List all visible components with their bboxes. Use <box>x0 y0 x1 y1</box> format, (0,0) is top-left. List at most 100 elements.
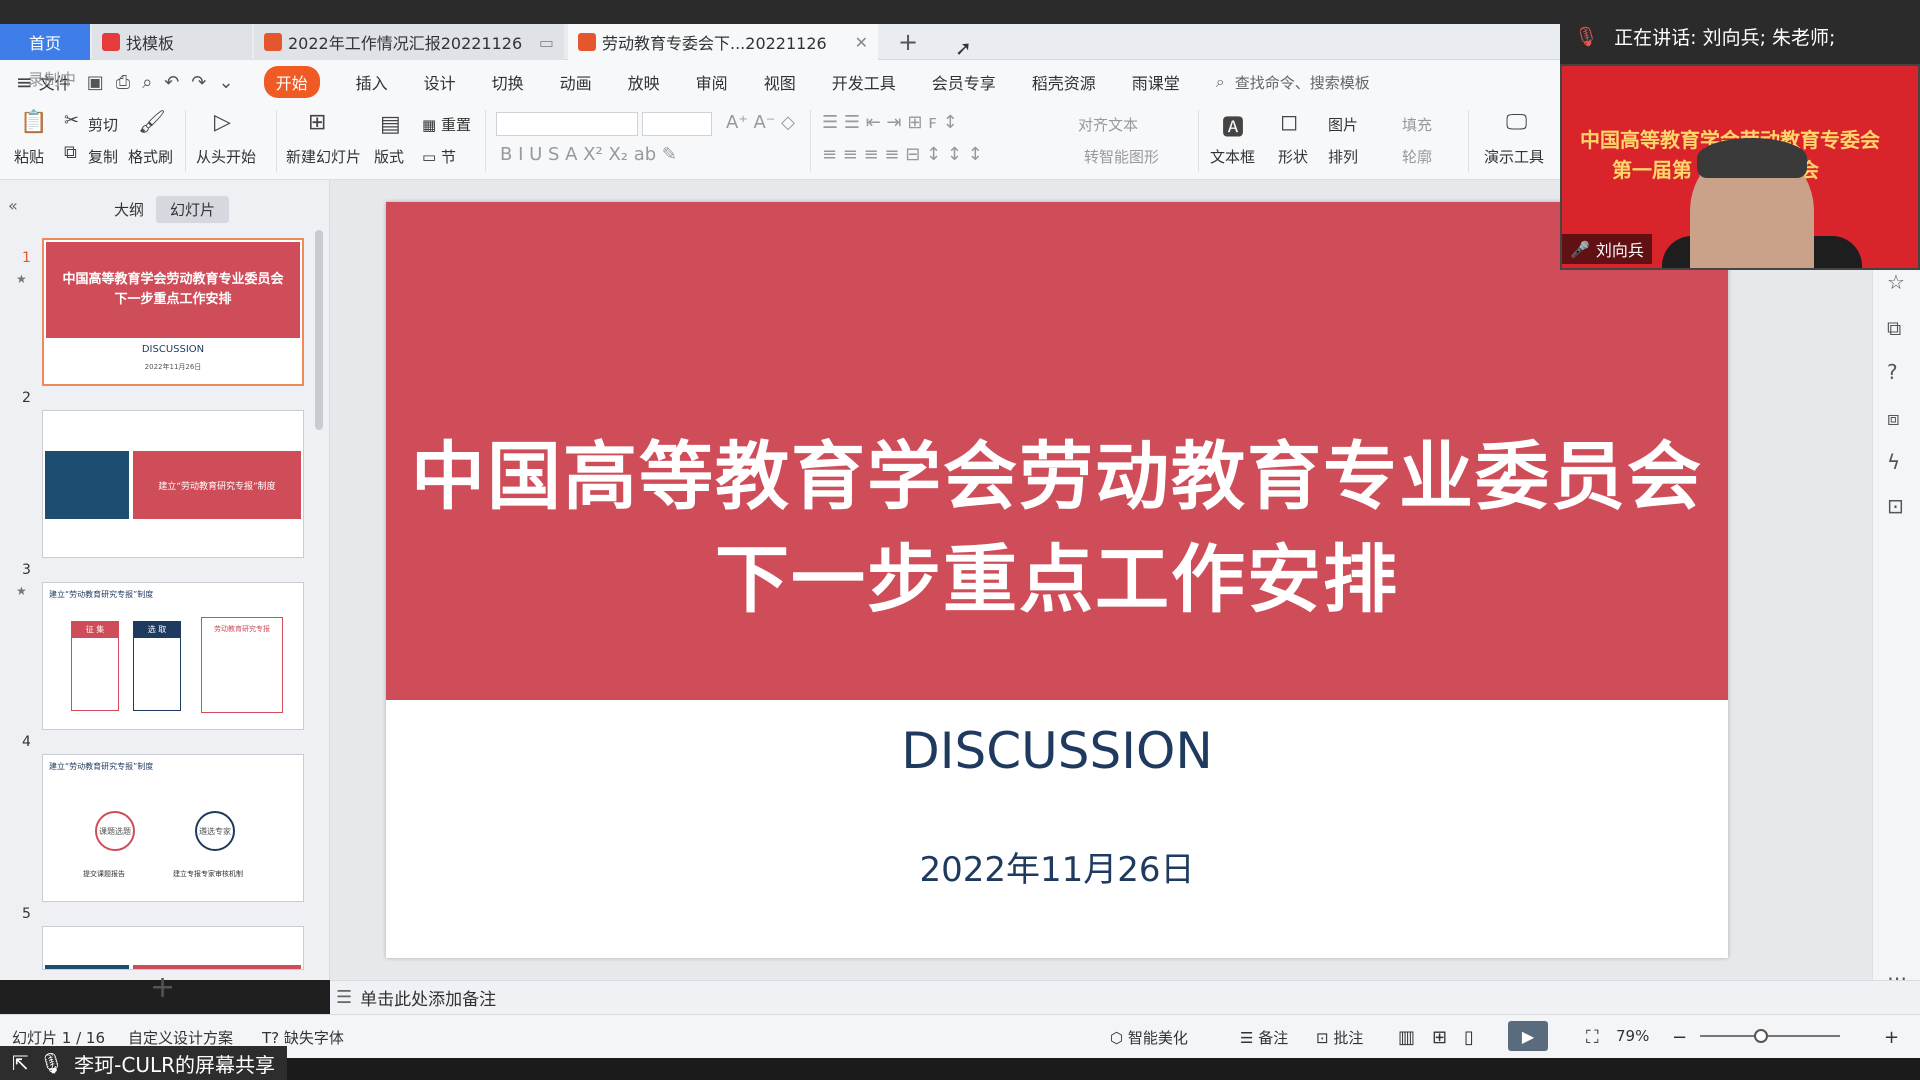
layout-icon[interactable]: ▤ <box>380 112 401 137</box>
textbox-button[interactable]: 文本框 <box>1210 146 1255 167</box>
paragraph-align-icons[interactable]: ≡ ≡ ≡ ≡ ⊟ ↕ ↕ ↕ <box>822 144 983 165</box>
slide-thumbnail-2[interactable]: 建立“劳动教育研究专报”制度 <box>42 410 304 558</box>
layout-button[interactable]: 版式 <box>374 146 404 167</box>
menu-member[interactable]: 会员专享 <box>932 70 996 94</box>
slide-title-line-2[interactable]: 下一步重点工作安排 <box>386 520 1728 627</box>
menu-docer-resources[interactable]: 稻壳资源 <box>1032 70 1096 94</box>
print-icon[interactable]: ⎙ <box>116 72 130 93</box>
tab-work-report[interactable]: 2022年工作情况汇报20221126 ▭ <box>254 24 564 60</box>
font-family-select[interactable] <box>496 112 638 136</box>
thumb-card-title: 选 取 <box>134 622 180 638</box>
zoom-slider-knob[interactable] <box>1754 1029 1768 1043</box>
tab-home[interactable]: 首页 <box>0 24 90 60</box>
new-slide-icon[interactable]: ⊞ <box>308 110 326 135</box>
picture-tool-icon[interactable]: ⧈ <box>1887 406 1900 430</box>
tab-outline[interactable]: 大纲 <box>100 196 158 223</box>
command-search-input[interactable]: 查找命令、搜索模板 <box>1235 72 1370 93</box>
zoom-out-icon[interactable]: − <box>1672 1027 1687 1048</box>
new-slide-button[interactable]: 新建幻灯片 <box>286 146 361 167</box>
comment-icon[interactable]: ⧉ <box>1887 316 1901 340</box>
close-icon[interactable]: ✕ <box>855 33 868 52</box>
presentation-tools-button[interactable]: 演示工具 <box>1484 146 1544 167</box>
play-slideshow-button[interactable]: ▶ <box>1508 1021 1548 1051</box>
menu-review[interactable]: 审阅 <box>696 70 728 94</box>
format-painter-button[interactable]: 格式刷 <box>128 146 173 167</box>
slide-thumbnail-4[interactable]: 建立“劳动教育研究专报”制度 课题选题 遴选专家 提交课题报告 建立专报专家审核… <box>42 754 304 902</box>
font-size-adjust-icons[interactable]: A⁺ A⁻ ◇ <box>726 112 795 133</box>
slide-thumbnail-3[interactable]: 建立“劳动教育研究专报”制度 征 集 选 取 劳动教育研究专报 <box>42 582 304 730</box>
menu-animation[interactable]: 动画 <box>560 70 592 94</box>
chevron-down-icon[interactable]: ⌄ <box>218 72 233 93</box>
arrange-button[interactable]: 排列 <box>1328 146 1358 167</box>
font-size-select[interactable] <box>642 112 712 136</box>
cut-button[interactable]: 剪切 <box>88 114 118 135</box>
divider <box>810 110 811 172</box>
design-scheme[interactable]: 自定义设计方案 <box>128 1027 233 1048</box>
zoom-in-icon[interactable]: + <box>1884 1027 1899 1048</box>
presentation-tools-icon[interactable]: 🖵 <box>1506 110 1527 135</box>
section-button[interactable]: ▭ 节 <box>422 146 456 167</box>
paste-icon[interactable]: 📋 <box>20 110 47 135</box>
thumb-date: 2022年11月26日 <box>144 363 202 371</box>
sorter-view-icon[interactable]: ⊞ <box>1432 1027 1447 1048</box>
paste-button[interactable]: 粘贴 <box>14 146 44 167</box>
save-icon[interactable]: ▣ <box>87 72 104 93</box>
notes-pane[interactable]: ☰ 单击此处添加备注 <box>330 980 1920 1014</box>
panel-scrollbar[interactable] <box>315 230 323 430</box>
participant-video[interactable]: 中国高等教育学会劳动教育专委会 第一届第 次主任办公会 🎤 刘向兵 <box>1560 64 1920 270</box>
slide-thumbnail-1[interactable]: 中国高等教育学会劳动教育专业委员会 下一步重点工作安排 DISCUSSION 2… <box>42 238 304 386</box>
slide-date[interactable]: 2022年11月26日 <box>386 842 1728 891</box>
star-icon[interactable]: ☆ <box>1887 270 1905 294</box>
book-search-icon[interactable]: ⊡ <box>1887 494 1904 518</box>
comment-toggle[interactable]: ⊡ 批注 <box>1316 1027 1363 1048</box>
align-text-button[interactable]: 对齐文本 <box>1078 114 1138 135</box>
undo-icon[interactable]: ↶ <box>164 72 179 93</box>
menu-insert[interactable]: 插入 <box>356 70 388 94</box>
new-tab-button[interactable]: + <box>890 24 926 60</box>
fit-window-icon[interactable]: ⛶ <box>1586 1027 1599 1048</box>
menu-developer[interactable]: 开发工具 <box>832 70 896 94</box>
tab-slides[interactable]: 幻灯片 <box>156 196 230 223</box>
fill-button[interactable]: 填充 <box>1402 114 1432 135</box>
share-label-text: 李珂-CULR的屏幕共享 <box>74 1052 276 1077</box>
smart-beautify-button[interactable]: ⬡ 智能美化 <box>1110 1027 1188 1048</box>
reset-button[interactable]: ▦ 重置 <box>422 114 471 135</box>
current-slide[interactable]: 中国高等教育学会劳动教育专业委员会 下一步重点工作安排 DISCUSSION 2… <box>386 202 1728 958</box>
list-icons[interactable]: ☰ ☰ ⇤ ⇥ ⊞ ꜰ ↕ <box>822 112 958 133</box>
slide-subtitle[interactable]: DISCUSSION <box>386 722 1728 780</box>
menu-home[interactable]: 开始 <box>263 66 320 98</box>
picture-button[interactable]: 图片 <box>1328 114 1358 135</box>
notes-toggle[interactable]: ☰ 备注 <box>1240 1027 1288 1048</box>
format-painter-icon[interactable]: 🖌 <box>138 110 166 135</box>
from-start-button[interactable]: 从头开始 <box>196 146 256 167</box>
reading-view-icon[interactable]: ▯ <box>1464 1027 1474 1048</box>
slide-title-line-1[interactable]: 中国高等教育学会劳动教育专业委员会 <box>386 417 1728 524</box>
normal-view-icon[interactable]: ▥ <box>1398 1027 1415 1048</box>
redo-icon[interactable]: ↷ <box>191 72 206 93</box>
collapse-panel-icon[interactable]: « <box>8 196 18 215</box>
tab-labor-education[interactable]: 劳动教育专委会下...20221126 ✕ <box>568 24 878 60</box>
zoom-level[interactable]: 79% <box>1616 1027 1649 1045</box>
menu-design[interactable]: 设计 <box>424 70 456 94</box>
text-format-icons[interactable]: B I U S A X² X₂ ab ✎ <box>500 144 677 165</box>
play-from-start-icon[interactable]: ▷ <box>214 110 231 135</box>
lightning-icon[interactable]: ϟ <box>1887 450 1900 474</box>
menu-view[interactable]: 视图 <box>764 70 796 94</box>
copy-button[interactable]: 复制 <box>88 146 118 167</box>
help-icon[interactable]: ? <box>1887 360 1898 384</box>
shapes-icon[interactable]: ◻ <box>1280 110 1298 135</box>
print-preview-icon[interactable]: ⌕ <box>142 72 152 93</box>
outline-button[interactable]: 轮廓 <box>1402 146 1432 167</box>
menu-rain-classroom[interactable]: 雨课堂 <box>1132 70 1180 94</box>
add-slide-button[interactable]: + <box>150 970 175 1005</box>
menu-transition[interactable]: 切换 <box>492 70 524 94</box>
convert-smartart-button[interactable]: 转智能图形 <box>1084 146 1159 167</box>
tab-find-template[interactable]: 找模板 <box>92 24 252 60</box>
missing-font-button[interactable]: T? 缺失字体 <box>262 1027 344 1048</box>
textbox-icon[interactable]: 🅰 <box>1222 110 1244 142</box>
zoom-slider-track[interactable] <box>1700 1035 1840 1037</box>
menu-slideshow[interactable]: 放映 <box>628 70 660 94</box>
divider <box>485 110 486 172</box>
shape-button[interactable]: 形状 <box>1278 146 1308 167</box>
slide-thumbnail-5[interactable] <box>42 926 304 970</box>
